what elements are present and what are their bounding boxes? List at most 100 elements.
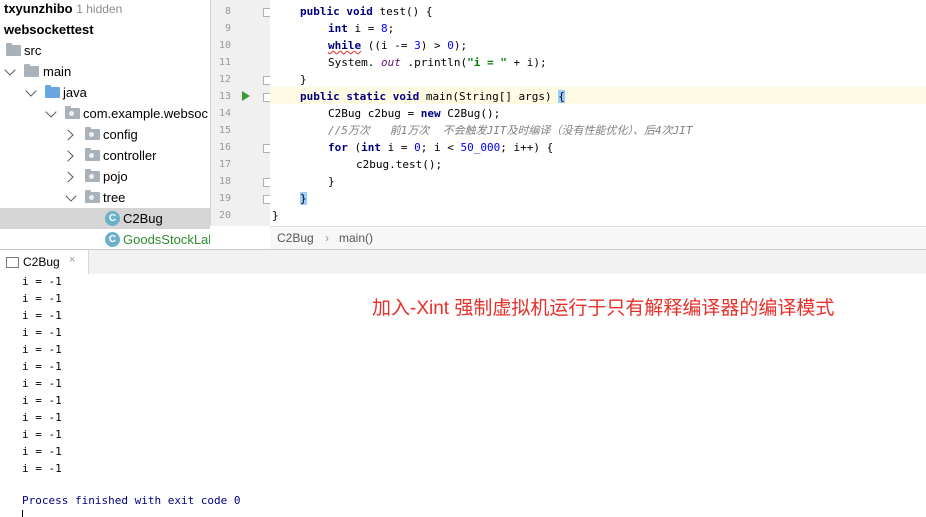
console-icon xyxy=(6,257,19,268)
tree-item-label: controller xyxy=(103,148,157,163)
code-token: out xyxy=(380,56,401,69)
line-number: 14 xyxy=(218,108,231,119)
tree-item-label: tree xyxy=(103,190,126,205)
tree-item-src[interactable]: src xyxy=(0,40,210,61)
tree-item-pojo[interactable]: pojo xyxy=(0,166,210,187)
line-number: 18 xyxy=(218,176,231,187)
console-output[interactable]: i = -1 i = -1 i = -1 i = -1 i = -1 i = -… xyxy=(0,274,926,517)
tree-item-label: pojo xyxy=(103,169,128,184)
run-gutter-icon[interactable] xyxy=(241,91,250,101)
exit-message: Process finished with exit code 0 xyxy=(22,494,241,507)
code-token: 50_000 xyxy=(460,141,501,154)
tree-item-label: com.example.websoc xyxy=(83,106,208,121)
run-tab-c2bug[interactable]: C2Bug × xyxy=(0,250,89,274)
code-token: + i); xyxy=(506,56,547,69)
code-token: main(String[] args) xyxy=(425,90,559,103)
code-token: } xyxy=(272,209,279,222)
tree-item-websockettest[interactable]: websockettest xyxy=(0,19,210,40)
line-number: 16 xyxy=(218,142,231,153)
console-line: i = -1 xyxy=(22,445,62,458)
code-token: ; i < xyxy=(420,141,461,154)
code-token: c2bug.test(); xyxy=(356,158,443,171)
package-icon xyxy=(85,169,100,182)
run-panel-header: C2Bug × xyxy=(0,249,926,275)
code-token: "i = " xyxy=(467,56,507,69)
code-token: 3 xyxy=(414,39,421,52)
line-number: 9 xyxy=(224,23,231,34)
breadcrumb-class[interactable]: C2Bug xyxy=(277,231,314,245)
folder-icon xyxy=(6,43,21,56)
console-line: i = -1 xyxy=(22,309,62,322)
package-icon xyxy=(85,148,100,161)
code-line: //5万次 前1万次 不会触发JIT及时编译（没有性能优化）、后4次JIT xyxy=(328,122,692,139)
line-number: 19 xyxy=(218,193,231,204)
code-token: C2Bug(); xyxy=(447,107,501,120)
code-line: } xyxy=(272,207,279,224)
line-number: 13 xyxy=(218,91,231,102)
line-number: 11 xyxy=(218,57,231,68)
console-line: i = -1 xyxy=(22,411,62,424)
code-line: int i = 8; xyxy=(328,20,394,37)
chevron-right-icon[interactable] xyxy=(62,171,74,183)
tree-item-label: config xyxy=(103,127,138,142)
package-icon xyxy=(65,106,80,119)
code-token: ) > xyxy=(420,39,448,52)
java-class-icon: C xyxy=(105,232,120,247)
code-token: public static void xyxy=(300,90,426,103)
tree-item-c2bug[interactable]: C C2Bug xyxy=(0,208,210,229)
code-token: test() { xyxy=(379,5,433,18)
console-line: i = -1 xyxy=(22,326,62,339)
code-editor[interactable]: public void test() {int i = 8; while ((i … xyxy=(270,0,926,226)
tree-item-java[interactable]: java xyxy=(0,82,210,103)
tree-item-label: java xyxy=(63,85,87,100)
chevron-right-icon[interactable] xyxy=(62,150,74,162)
chevron-right-icon[interactable] xyxy=(62,129,74,141)
tree-item-goodsstocklab[interactable]: C GoodsStockLab xyxy=(0,229,210,249)
chevron-down-icon[interactable] xyxy=(4,64,16,76)
console-line: i = -1 xyxy=(22,462,62,475)
code-token: System. xyxy=(328,56,381,69)
tree-item-controller[interactable]: controller xyxy=(0,145,210,166)
tree-item-main[interactable]: main xyxy=(0,61,210,82)
console-caret xyxy=(22,510,23,517)
code-token: } xyxy=(328,175,335,188)
tree-item-label: C2Bug xyxy=(123,211,163,226)
breadcrumb-separator: › xyxy=(325,231,329,245)
folder-icon xyxy=(24,64,39,77)
code-token: } xyxy=(300,73,307,86)
code-token: } xyxy=(300,192,307,205)
code-token: 0 xyxy=(414,141,421,154)
close-icon[interactable]: × xyxy=(69,254,75,266)
line-number: 8 xyxy=(224,6,231,17)
chevron-down-icon[interactable] xyxy=(65,190,77,202)
code-line: for (int i = 0; i < 50_000; i++) { xyxy=(328,139,553,156)
code-line: C2Bug c2bug = new C2Bug(); xyxy=(328,105,500,122)
console-line: i = -1 xyxy=(22,394,62,407)
console-line: i = -1 xyxy=(22,360,62,373)
code-token: public void xyxy=(300,5,380,18)
tree-item-txyunzhibo[interactable]: txyunzhibo 1 hidden xyxy=(0,0,210,19)
code-line: c2bug.test(); xyxy=(356,156,442,173)
tree-item-package[interactable]: com.example.websoc xyxy=(0,103,210,124)
line-number: 12 xyxy=(218,74,231,85)
code-token: new xyxy=(420,107,448,120)
chevron-down-icon[interactable] xyxy=(45,106,57,118)
code-token: //5万次 前1万次 不会触发JIT及时编译（没有性能优化）、后4次JIT xyxy=(328,124,693,137)
console-line: i = -1 xyxy=(22,292,62,305)
breadcrumb-method[interactable]: main() xyxy=(339,231,373,245)
code-line: } xyxy=(300,190,307,207)
java-class-icon: C xyxy=(105,211,120,226)
annotation-text: 加入-Xint 强制虚拟机运行于只有解释编译器的编译模式 xyxy=(372,298,835,319)
hidden-count: 1 hidden xyxy=(76,2,123,16)
code-token: ; xyxy=(387,22,395,35)
console-line: i = -1 xyxy=(22,275,62,288)
code-token: 8 xyxy=(381,22,388,35)
line-number: 20 xyxy=(218,210,231,221)
code-token: .println( xyxy=(400,56,468,69)
chevron-down-icon[interactable] xyxy=(25,85,37,97)
code-token: for xyxy=(328,141,355,154)
run-tab-label: C2Bug xyxy=(23,255,60,269)
tree-item-label: main xyxy=(43,64,72,79)
tree-item-config[interactable]: config xyxy=(0,124,210,145)
tree-item-tree[interactable]: tree xyxy=(0,187,210,208)
